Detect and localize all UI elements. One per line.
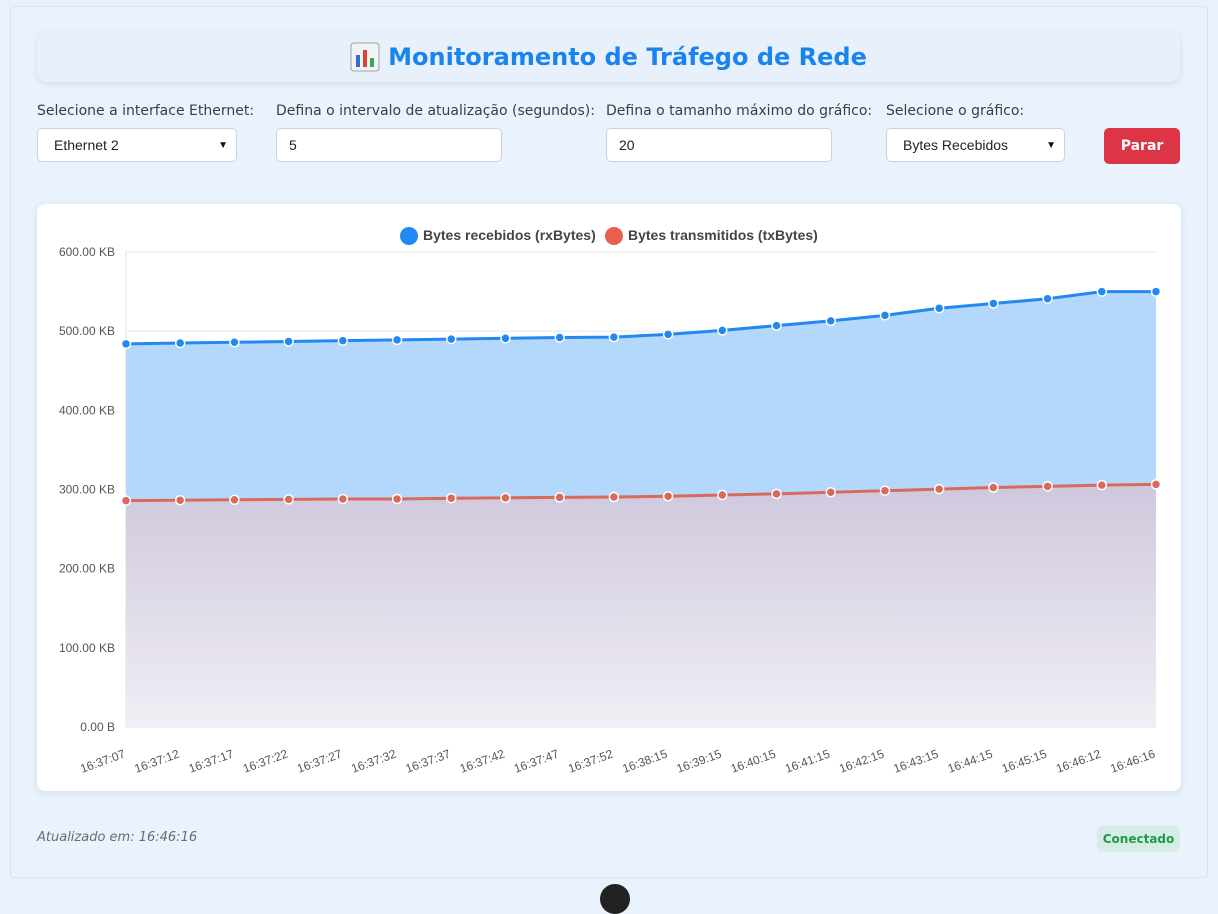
data-point	[825, 487, 836, 498]
stop-button[interactable]: Parar	[1104, 128, 1180, 164]
chart-select-value: Bytes Recebidos	[903, 137, 1009, 153]
max-size-input-value: 20	[619, 137, 635, 153]
data-point	[229, 337, 240, 348]
data-point	[1096, 479, 1108, 491]
data-point	[825, 315, 836, 327]
data-point	[1042, 481, 1053, 492]
data-point	[337, 335, 349, 346]
data-point	[337, 493, 349, 505]
data-point	[120, 338, 132, 350]
data-point	[608, 491, 620, 503]
data-point	[391, 334, 403, 346]
floating-indicator	[600, 884, 630, 914]
data-point	[391, 493, 403, 505]
series-area-tx	[126, 484, 1156, 727]
x-tick-label: 16:46:16	[1108, 747, 1157, 776]
data-point	[771, 488, 782, 500]
chart-card: 0.00 B 100.00 KB 200.00 KB 300.00 KB 400.00 …	[37, 204, 1181, 791]
data-point	[500, 333, 511, 344]
y-tick-label: 300.00 KB	[59, 483, 115, 497]
y-tick-label: 0.00 B	[80, 720, 115, 734]
data-point	[1150, 286, 1162, 297]
x-tick-label: 16:39:15	[675, 747, 724, 776]
x-tick-label: 16:37:42	[458, 747, 507, 776]
y-tick-label: 500.00 KB	[59, 324, 115, 338]
bar-chart-icon	[350, 42, 380, 72]
x-tick-label: 16:37:22	[241, 747, 290, 776]
chart-select-label: Selecione o gráfico:	[886, 103, 1025, 119]
data-point	[283, 336, 294, 347]
legend-label: Bytes recebidos (rxBytes)	[423, 227, 596, 243]
x-tick-label: 16:43:15	[891, 747, 940, 776]
legend-marker	[400, 227, 418, 245]
data-point	[1042, 293, 1053, 304]
data-point	[879, 485, 891, 496]
y-tick-label: 200.00 KB	[59, 562, 115, 576]
data-point	[446, 492, 457, 504]
x-tick-label: 16:37:52	[566, 747, 615, 776]
chart-select[interactable]: Bytes Recebidos ▼	[886, 128, 1065, 162]
data-point	[174, 494, 186, 506]
x-tick-label: 16:42:15	[837, 747, 886, 776]
data-point	[174, 337, 186, 349]
data-point	[608, 331, 620, 343]
data-point	[662, 490, 674, 502]
legend-label: Bytes transmitidos (txBytes)	[628, 227, 818, 243]
x-tick-label: 16:37:12	[133, 747, 182, 776]
y-tick-label: 600.00 KB	[59, 245, 115, 259]
x-tick-label: 16:38:15	[620, 747, 669, 776]
interval-input[interactable]: 5	[276, 128, 502, 162]
data-point	[771, 320, 782, 331]
data-point	[988, 298, 999, 309]
x-tick-label: 16:37:32	[349, 747, 398, 776]
data-point	[554, 492, 565, 503]
data-point	[229, 494, 240, 506]
data-point	[554, 332, 565, 343]
max-size-label: Defina o tamanho máximo do gráfico:	[606, 103, 873, 119]
x-tick-label: 16:37:47	[512, 747, 561, 776]
data-point	[662, 329, 674, 340]
x-tick-label: 16:37:37	[404, 747, 453, 776]
interface-select[interactable]: Ethernet 2 ▼	[37, 128, 237, 162]
data-point	[446, 333, 457, 345]
page-title: Monitoramento de Tráfego de Rede	[388, 42, 867, 71]
traffic-chart: 0.00 B 100.00 KB 200.00 KB 300.00 KB 400.00 …	[59, 227, 1162, 776]
x-tick-label: 16:37:17	[187, 747, 236, 776]
chevron-down-icon: ▼	[218, 139, 228, 151]
data-point	[1150, 479, 1162, 490]
chevron-down-icon: ▼	[1046, 139, 1056, 151]
interface-label: Selecione a interface Ethernet:	[37, 103, 255, 119]
x-tick-label: 16:40:15	[729, 747, 778, 776]
y-tick-label: 100.00 KB	[59, 641, 115, 655]
data-point	[500, 492, 511, 504]
data-point	[988, 482, 999, 493]
x-tick-label: 16:37:07	[78, 747, 127, 776]
data-point	[717, 489, 728, 501]
data-point	[283, 494, 294, 505]
data-point	[120, 495, 132, 506]
interface-select-value: Ethernet 2	[54, 137, 119, 153]
page-header: Monitoramento de Tráfego de Rede	[37, 31, 1180, 82]
x-tick-label: 16:45:15	[1000, 747, 1049, 776]
data-point	[717, 325, 728, 336]
data-point	[1096, 286, 1108, 297]
updated-timestamp: Atualizado em: 16:46:16	[37, 830, 198, 845]
x-tick-label: 16:41:15	[783, 747, 832, 776]
max-size-input[interactable]: 20	[606, 128, 832, 162]
x-tick-label: 16:44:15	[946, 747, 995, 776]
data-point	[933, 483, 945, 495]
interval-input-value: 5	[289, 137, 297, 153]
y-tick-label: 400.00 KB	[59, 403, 115, 417]
status-badge: Conectado	[1097, 826, 1180, 852]
x-tick-label: 16:37:27	[295, 747, 344, 776]
data-point	[933, 302, 945, 314]
interval-label: Defina o intervalo de atualização (segun…	[276, 103, 595, 119]
data-point	[879, 310, 891, 321]
x-tick-label: 16:46:12	[1054, 747, 1103, 776]
legend-marker	[605, 227, 623, 245]
